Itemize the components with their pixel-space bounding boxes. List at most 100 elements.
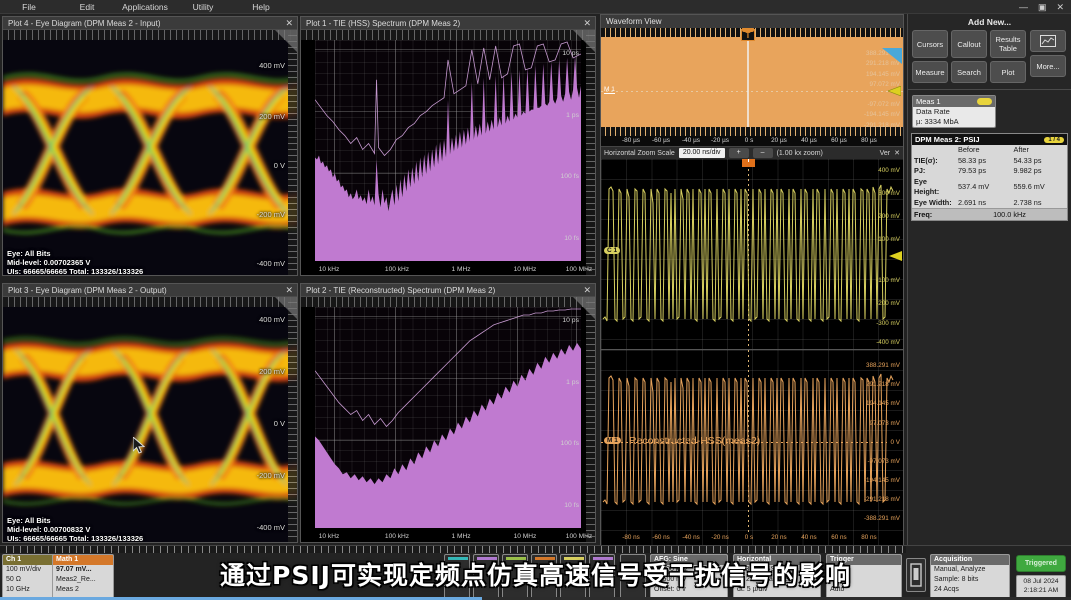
minimize-icon[interactable]: — [1019, 0, 1028, 14]
close-icon[interactable]: ✕ [583, 17, 591, 30]
plot-badge-2[interactable] [473, 554, 499, 599]
overview-xlabel-5: 20 µs [771, 137, 787, 144]
overview-ylabel-2: 194.145 mV [866, 71, 900, 78]
close-icon[interactable]: ✕ [894, 149, 900, 157]
plot-button[interactable]: Plot [990, 61, 1026, 83]
overview-ylabel-4: -97.072 mV [867, 101, 900, 108]
plot-window-spectrum-reconstructed[interactable]: Plot 2 - TIE (Reconstructed) Spectrum (D… [300, 283, 596, 543]
channel-waveform-pane[interactable]: T C 1 400 mV 300 mV 200 mV 100 mV -100 m… [601, 159, 903, 349]
results-table-button[interactable]: Results Table [990, 30, 1026, 58]
plot-thumbnail-button[interactable] [1030, 30, 1066, 52]
dpm-meas-2-card[interactable]: DPM Meas 2: PSIJ 1 / 4 Before After TIE(… [911, 133, 1068, 221]
eye-input-titlebar[interactable]: Plot 4 - Eye Diagram (DPM Meas 2 - Input… [3, 17, 297, 30]
resize-corner-icon[interactable] [573, 297, 595, 319]
more-button[interactable]: More... [1030, 55, 1066, 77]
capture-glyph-icon [907, 560, 925, 590]
plot-window-spectrum-hss[interactable]: Plot 1 - TIE (HSS) Spectrum (DPM Meas 2)… [300, 16, 596, 276]
horizontal-badge[interactable]: Horizontal S: 3.125 GS/s R: 2.5 M sample… [733, 554, 821, 599]
math-1-settings-badge[interactable]: Math 1 97.07 mV... Meas2_Re... Meas 2 [52, 554, 114, 599]
trigger-position-line[interactable] [747, 28, 749, 128]
waveform-view-window[interactable]: Waveform View T M 1 388.291 mV 291.218 m… [600, 14, 904, 545]
eye-input-midlevel: Mid-level: 0.00702365 V [7, 258, 90, 267]
eye-output-titlebar[interactable]: Plot 3 - Eye Diagram (DPM Meas 2 - Outpu… [3, 284, 297, 297]
horizontal-zoom-bar[interactable]: Horizontal Zoom Scale 20.00 ns/div + – (… [601, 146, 903, 159]
resize-corner-icon[interactable] [573, 30, 595, 52]
plot-window-eye-input[interactable]: Plot 4 - Eye Diagram (DPM Meas 2 - Input… [2, 16, 298, 276]
meas-1-card[interactable]: Meas 1 Data Rate µ: 3334 MbA [912, 95, 996, 128]
channel-offset-arrow-icon[interactable] [889, 251, 902, 261]
eye-input-eye-info: Eye: All Bits [7, 249, 50, 258]
menu-item-help[interactable]: Help [232, 0, 290, 14]
close-icon[interactable]: ✕ [285, 17, 293, 30]
dpm-row-1-key: PJ: [912, 166, 956, 177]
trigger-state-button[interactable]: Triggered [1016, 555, 1066, 572]
menu-item-applications[interactable]: Applications [116, 0, 174, 14]
eye-output-uis: UIs: 66665/66665 Total: 133326/133326 [7, 534, 143, 542]
spectrum-reconstructed-body[interactable]: 10 kHz 100 kHz 1 MHz 10 MHz 100 MHz 10 p… [301, 297, 595, 542]
spectrum-hss-titlebar[interactable]: Plot 1 - TIE (HSS) Spectrum (DPM Meas 2)… [301, 17, 595, 30]
vertical-cursor-arrow-icon[interactable] [888, 86, 901, 96]
dpm-row-2-key: Eye Height: [912, 177, 956, 198]
spectrum-hss-xtick-3: 10 MHz [514, 266, 537, 273]
cursors-button[interactable]: Cursors [912, 30, 948, 58]
spectrum-reconstructed-titlebar[interactable]: Plot 2 - TIE (Reconstructed) Spectrum (D… [301, 284, 595, 297]
eye-output-ylabel-4: -400 mV [257, 523, 285, 532]
acquisition-sample: Sample: 8 bits [931, 575, 1009, 585]
math-1-vdiv: 97.07 mV... [53, 565, 113, 575]
math-waveform-pane[interactable]: M 1 Reconstructed-HSS(meas2) 388.291 mV … [601, 349, 903, 546]
eye-output-body[interactable]: 400 mV 200 mV 0 V -200 mV -400 mV Eye: A… [3, 297, 297, 542]
callout-button[interactable]: Callout [951, 30, 987, 58]
eye-output-eye-info: Eye: All Bits [7, 516, 50, 525]
afg-frequency: F: 100 kHz [651, 565, 727, 575]
screen-capture-icon[interactable] [906, 558, 926, 592]
channel-1-badge[interactable]: C 1 [604, 247, 620, 254]
zoom-in-button[interactable]: + [729, 148, 749, 158]
dpm-freq-key: Freq: [914, 209, 954, 220]
resize-corner-icon[interactable] [275, 30, 297, 52]
dpm-card-title: DPM Meas 2: PSIJ [915, 135, 980, 144]
measure-button[interactable]: Measure [912, 61, 948, 83]
zoom-scale-value[interactable]: 20.00 ns/div [679, 148, 725, 158]
spectrum-hss-top-ruler [301, 30, 595, 40]
spectrum-reconstructed-ytick-0: 10 ps [562, 317, 579, 324]
close-icon[interactable]: ✕ [583, 284, 591, 297]
eye-input-title: Plot 4 - Eye Diagram (DPM Meas 2 - Input… [8, 19, 161, 28]
plot-badge-7[interactable] [620, 554, 646, 599]
plot-badge-4[interactable] [531, 554, 557, 599]
math-1-badge[interactable]: M 1 [604, 437, 621, 444]
plot-badge-6[interactable] [589, 554, 615, 599]
acquisition-badge[interactable]: Acquisition Manual, Analyze Sample: 8 bi… [930, 554, 1010, 599]
overview-ylabel-5: -194.145 mV [864, 111, 900, 118]
overview-expand-icon[interactable] [882, 48, 902, 64]
overview-pane[interactable]: T M 1 388.291 mV 291.218 mV 194.145 mV 9… [601, 28, 903, 146]
menu-item-file[interactable]: File [0, 0, 58, 14]
math-xlabel-5: 20 ns [771, 534, 786, 541]
spectrum-hss-title: Plot 1 - TIE (HSS) Spectrum (DPM Meas 2) [306, 19, 460, 28]
afg-offset: Offset: 0 v [651, 585, 727, 595]
math-xlabel-4: 0 s [745, 534, 753, 541]
spectrum-reconstructed-ytick-3: 10 fs [564, 502, 579, 509]
acquisition-count: 24 Acqs [931, 585, 1009, 595]
eye-input-ylabel-3: -200 mV [257, 210, 285, 219]
search-button[interactable]: Search [951, 61, 987, 83]
zoom-out-button[interactable]: – [753, 148, 773, 158]
spectrum-hss-trace [315, 40, 581, 261]
plot-window-eye-output[interactable]: Plot 3 - Eye Diagram (DPM Meas 2 - Outpu… [2, 283, 298, 543]
restore-icon[interactable]: ▣ [1038, 0, 1047, 14]
math-trace-label: Reconstructed-HSS(meas2) [629, 435, 760, 447]
close-icon[interactable]: ✕ [1056, 0, 1064, 14]
trigger-badge[interactable]: Trigger Ch 1 0 V Auto [826, 554, 902, 599]
channel-ylabel-3: 100 mV [878, 236, 900, 243]
eye-input-body[interactable]: 400 mV 200 mV 0 V -200 mV -400 mV Eye: A… [3, 30, 297, 275]
spectrum-hss-body[interactable]: 10 kHz 100 kHz 1 MHz 10 MHz 100 MHz 10 p… [301, 30, 595, 275]
zoom-view-label[interactable]: Ver [880, 150, 891, 157]
menu-item-utility[interactable]: Utility [174, 0, 232, 14]
eye-output-title: Plot 3 - Eye Diagram (DPM Meas 2 - Outpu… [8, 286, 167, 295]
plot-badge-1[interactable] [444, 554, 470, 599]
plot-badge-3[interactable] [502, 554, 528, 599]
afg-badge[interactable]: AFG: Sine F: 100 kHz A: 500 mV Offset: 0… [650, 554, 728, 599]
plot-badge-5[interactable] [560, 554, 586, 599]
trigger-handle-top-icon[interactable] [742, 28, 754, 32]
menu-item-edit[interactable]: Edit [58, 0, 116, 14]
close-icon[interactable]: ✕ [285, 284, 293, 297]
